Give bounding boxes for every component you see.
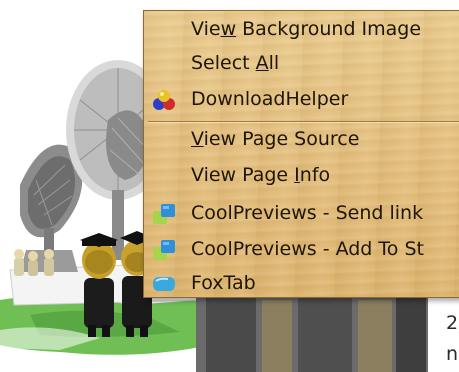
- coolpreviews-icon: [153, 204, 175, 224]
- menu-item-view-page-source[interactable]: View Page Source: [144, 123, 459, 157]
- page-text-fragment: n: [446, 343, 459, 365]
- page-text-fragment: 2: [446, 312, 459, 334]
- menu-item-label: Select All: [191, 52, 280, 74]
- menu-item-select-all[interactable]: Select All: [144, 47, 459, 81]
- menu-item-label: CoolPreviews - Add To St: [191, 238, 424, 260]
- context-menu: View Background Image Select All Downloa…: [143, 10, 459, 298]
- menu-item-coolpreviews-add-to-stack[interactable]: CoolPreviews - Add To St: [144, 233, 459, 267]
- menu-item-label: View Background Image: [191, 18, 422, 40]
- menu-item-label: FoxTab: [191, 272, 256, 294]
- downloadhelper-icon: [153, 90, 175, 110]
- menu-item-label: DownloadHelper: [191, 88, 349, 110]
- menu-item-view-background-image[interactable]: View Background Image: [144, 13, 459, 47]
- menu-item-foxtab[interactable]: FoxTab: [144, 267, 459, 301]
- foxtab-icon: [153, 277, 175, 291]
- background-figures: [14, 249, 54, 276]
- menu-item-coolpreviews-send-link[interactable]: CoolPreviews - Send link: [144, 197, 459, 231]
- graduate-figure-1: [80, 233, 118, 337]
- foreground-figures: [196, 290, 428, 372]
- menu-item-label: View Page Info: [191, 164, 331, 186]
- menu-item-downloadhelper[interactable]: DownloadHelper: [144, 83, 459, 117]
- menu-item-label: View Page Source: [191, 128, 360, 150]
- menu-item-label: CoolPreviews - Send link: [191, 202, 424, 224]
- menu-item-view-page-info[interactable]: View Page Info: [144, 159, 459, 193]
- coolpreviews-icon: [153, 240, 175, 260]
